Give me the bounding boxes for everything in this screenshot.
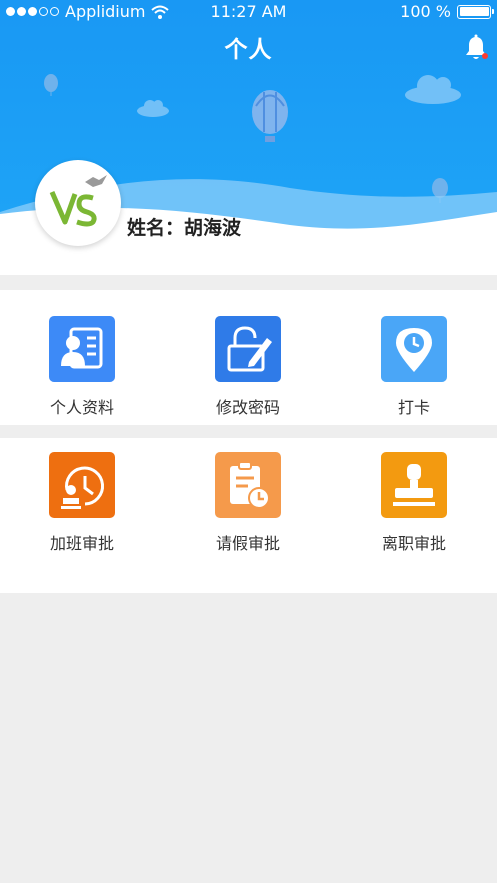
- stamp-approval-icon: [381, 452, 447, 518]
- menu-item-label: 加班审批: [49, 534, 114, 553]
- status-right: 100 %: [400, 2, 494, 21]
- profile-header: Applidium 11:27 AM 100 % 个人 姓名：胡海波: [0, 0, 497, 275]
- menu-item-resignation-approval[interactable]: 离职审批: [344, 452, 484, 554]
- menu-item-label: 修改密码: [215, 398, 280, 417]
- menu-item-label: 个人资料: [49, 398, 114, 417]
- profile-card-icon: [49, 316, 115, 382]
- menu-item-label: 请假审批: [215, 534, 280, 553]
- menu-item-label: 离职审批: [381, 534, 446, 553]
- menu-item-leave-approval[interactable]: 请假审批: [178, 452, 318, 554]
- menu-section-personal: 个人资料 修改密码 打卡: [0, 290, 497, 425]
- notification-badge: [482, 53, 488, 59]
- user-name: 姓名：胡海波: [127, 217, 242, 239]
- menu-item-label: 打卡: [397, 398, 430, 417]
- vs-logo-icon: [49, 175, 107, 227]
- leave-approval-icon: [215, 452, 281, 518]
- page-title: 个人: [224, 37, 273, 63]
- status-bar: Applidium 11:27 AM 100 %: [0, 0, 497, 24]
- lock-edit-icon: [215, 316, 281, 382]
- menu-item-profile[interactable]: 个人资料: [12, 316, 152, 418]
- avatar[interactable]: [35, 160, 121, 246]
- battery-icon: [457, 4, 494, 19]
- menu-item-change-password[interactable]: 修改密码: [178, 316, 318, 418]
- battery-percent: 100 %: [400, 2, 451, 21]
- menu-section-approvals: 加班审批 请假审批 离职审批: [0, 438, 497, 593]
- notification-bell-icon[interactable]: [464, 34, 490, 62]
- menu-item-clock-in[interactable]: 打卡: [344, 316, 484, 418]
- overtime-approval-icon: [49, 452, 115, 518]
- location-clock-icon: [381, 316, 447, 382]
- menu-item-overtime-approval[interactable]: 加班审批: [12, 452, 152, 554]
